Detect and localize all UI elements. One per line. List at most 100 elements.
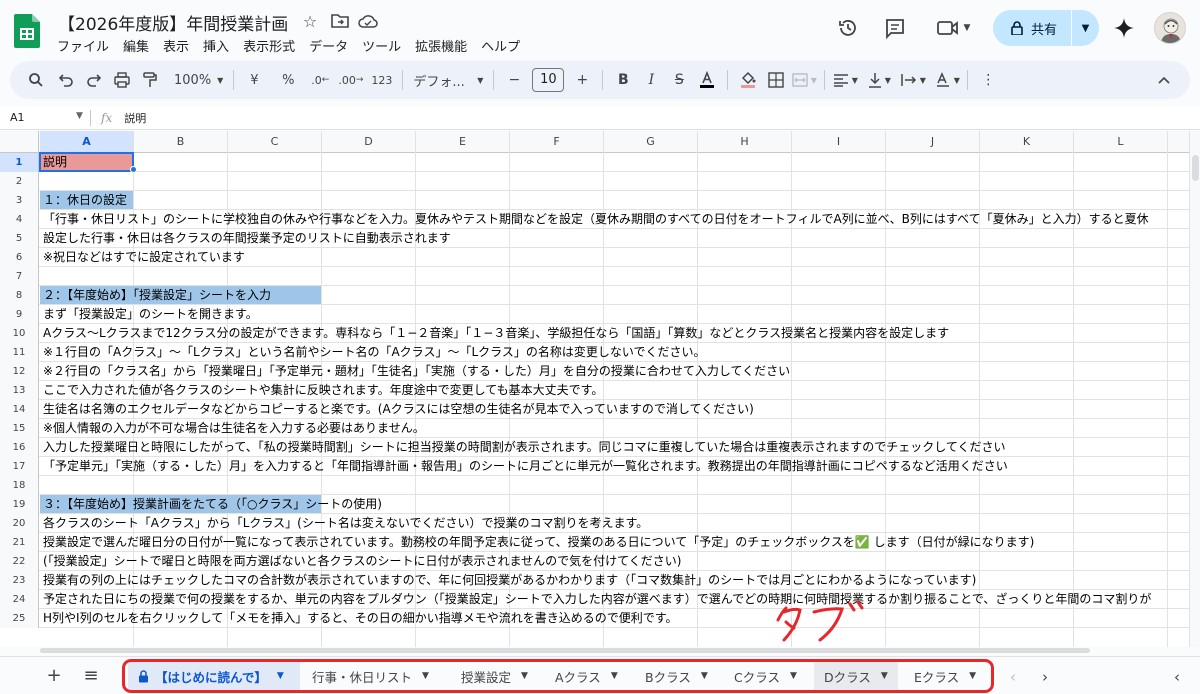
column-header-a[interactable]: A: [40, 131, 134, 153]
borders-icon[interactable]: [762, 66, 790, 94]
column-header-c[interactable]: C: [228, 131, 322, 153]
cell-a4[interactable]: 「行事・休日リスト」のシートに学校独自の休みや行事などを入力。夏休みやテスト期間…: [40, 210, 1149, 228]
version-history-icon[interactable]: [832, 12, 864, 44]
print-icon[interactable]: [108, 66, 136, 94]
cell-a3[interactable]: １：休日の設定: [40, 191, 133, 209]
row-header[interactable]: 9: [0, 305, 39, 324]
fill-color-icon[interactable]: [734, 66, 762, 94]
comments-icon[interactable]: [879, 12, 911, 44]
menu-help[interactable]: ヘルプ: [474, 36, 527, 55]
column-header-e[interactable]: E: [416, 131, 510, 153]
collapse-toolbar-icon[interactable]: [1150, 66, 1178, 94]
cell-a12[interactable]: ※２行目の「クラス名」から「授業曜日」「予定単元・題材」「生徒名」「実施（する・…: [40, 362, 790, 380]
row-header[interactable]: 1: [0, 153, 39, 172]
share-dropdown-icon[interactable]: ▼: [1072, 23, 1099, 34]
name-box[interactable]: A1 ▼: [0, 111, 90, 124]
redo-icon[interactable]: [80, 66, 108, 94]
column-header-i[interactable]: I: [792, 131, 886, 153]
number-format-button[interactable]: 123: [367, 66, 396, 94]
search-menus-icon[interactable]: [22, 66, 50, 94]
cell-a23[interactable]: 授業有の列の上にはチェックしたコマの合計数が表示されていますので、年に何回授業が…: [40, 571, 976, 589]
column-header-d[interactable]: D: [322, 131, 416, 153]
cell-a20[interactable]: 各クラスのシート「Aクラス」から「Lクラス」(シート名は変えないでください）で授…: [40, 514, 648, 532]
row-header[interactable]: 4: [0, 210, 39, 229]
select-all-corner[interactable]: [0, 131, 39, 153]
row-header[interactable]: 21: [0, 533, 39, 552]
menu-view[interactable]: 表示: [156, 36, 196, 55]
row-header[interactable]: 11: [0, 343, 39, 362]
decrease-font-size-icon[interactable]: −: [500, 66, 528, 94]
menu-insert[interactable]: 挿入: [196, 36, 236, 55]
more-options-icon[interactable]: ⋮: [974, 66, 1002, 94]
text-color-icon[interactable]: [693, 66, 721, 94]
spreadsheet-grid[interactable]: A B C D E F G H I J K L 1 説明 2 3 １：休日の設定…: [0, 131, 1189, 647]
row-header[interactable]: 5: [0, 229, 39, 248]
menu-file[interactable]: ファイル: [50, 36, 116, 55]
vertical-align-icon[interactable]: ▼: [865, 66, 893, 94]
cell-a8[interactable]: ２：【年度始め】「授業設定」シートを入力: [40, 286, 321, 304]
menu-format[interactable]: 表示形式: [236, 36, 302, 55]
row-header[interactable]: 19: [0, 495, 39, 514]
row-header[interactable]: 13: [0, 381, 39, 400]
menu-data[interactable]: データ: [302, 36, 355, 55]
cell-a19[interactable]: ３：【年度始め】授業計画をたてる（「○クラス」シートの使用): [40, 495, 382, 513]
column-header-f[interactable]: F: [510, 131, 604, 153]
zoom-select[interactable]: 100% ▼: [170, 66, 227, 94]
cell-a21[interactable]: 授業設定で選んだ曜日分の日付が一覧になって表示されています。勤務校の年間予定表に…: [40, 533, 1034, 551]
undo-icon[interactable]: [52, 66, 80, 94]
row-header[interactable]: 7: [0, 267, 39, 286]
column-header-j[interactable]: J: [886, 131, 980, 153]
cell-a2[interactable]: [40, 172, 43, 190]
currency-format-button[interactable]: ¥: [240, 66, 268, 94]
column-header-h[interactable]: H: [698, 131, 792, 153]
menu-tools[interactable]: ツール: [355, 36, 408, 55]
menu-extensions[interactable]: 拡張機能: [408, 36, 474, 55]
cell-a24[interactable]: 予定された日にちの授業で何の授業をするか、単元の内容をプルダウン（「授業設定」シ…: [40, 590, 1151, 608]
cell-a5[interactable]: 設定した行事・休日は各クラスの年間授業予定のリストに自動表示されます: [40, 229, 451, 247]
share-button[interactable]: 共有 ▼: [993, 10, 1099, 46]
cell-a9[interactable]: まず「授業設定」のシートを開きます。: [40, 305, 258, 323]
sheets-logo-icon[interactable]: [14, 14, 40, 48]
cell-a15[interactable]: ※個人情報の入力が不可な場合は生徒名を入力する必要はありません。: [40, 419, 425, 437]
row-header[interactable]: 20: [0, 514, 39, 533]
row-header[interactable]: 6: [0, 248, 39, 267]
scroll-tabs-left-icon[interactable]: ‹: [1002, 666, 1024, 688]
strikethrough-icon[interactable]: S: [665, 66, 693, 94]
cell-a11[interactable]: ※１行目の「Aクラス」〜「Lクラス」という名前やシート名の「Aクラス」〜「Lクラ…: [40, 343, 706, 361]
merge-cells-icon[interactable]: ▼: [790, 66, 818, 94]
cell-a10[interactable]: Aクラス〜Lクラスまで12クラス分の設定ができます。専科なら「１−２音楽」「１−…: [40, 324, 949, 342]
row-header[interactable]: 15: [0, 419, 39, 438]
horizontal-scrollbar[interactable]: [40, 648, 1189, 654]
document-title[interactable]: 【2026年度版】年間授業計画: [58, 10, 288, 35]
row-header[interactable]: 25: [0, 609, 39, 628]
bold-icon[interactable]: B: [609, 66, 637, 94]
font-size-input[interactable]: 10: [532, 68, 565, 92]
row-header[interactable]: 14: [0, 400, 39, 419]
add-sheet-icon[interactable]: +: [43, 666, 65, 688]
row-header[interactable]: 18: [0, 476, 39, 495]
move-folder-icon[interactable]: [330, 11, 350, 31]
cell-a14[interactable]: 生徒名は名簿のエクセルデータなどからコピーすると楽です。(Aクラスには空想の生徒…: [40, 400, 754, 418]
cell-a25[interactable]: H列やI列のセルを右クリックして「メモを挿入」すると、その日の細かい指導メモや流…: [40, 609, 678, 627]
cell-a18[interactable]: [40, 476, 43, 494]
explore-collapse-icon[interactable]: ‹: [1166, 666, 1188, 688]
cell-a16[interactable]: 入力した授業曜日と時限にしたがって、「私の授業時間割」シートに担当授業の時間割が…: [40, 438, 1006, 456]
italic-icon[interactable]: I: [637, 66, 665, 94]
row-header[interactable]: 3: [0, 191, 39, 210]
column-header-b[interactable]: B: [134, 131, 228, 153]
cell-a7[interactable]: [40, 267, 43, 285]
row-header[interactable]: 23: [0, 571, 39, 590]
horizontal-align-icon[interactable]: ▼: [831, 66, 859, 94]
row-header[interactable]: 2: [0, 172, 39, 191]
row-header[interactable]: 17: [0, 457, 39, 476]
cell-a13[interactable]: ここで入力された値が各クラスのシートや集計に反映されます。年度途中で変更しても基…: [40, 381, 603, 399]
scrollbar-thumb[interactable]: [1192, 155, 1199, 181]
share-main[interactable]: 共有: [993, 19, 1071, 38]
all-sheets-icon[interactable]: ≡: [80, 666, 102, 688]
cell-a1[interactable]: 説明: [39, 152, 134, 172]
row-header[interactable]: 22: [0, 552, 39, 571]
font-family-select[interactable]: デフォ... ▼: [409, 66, 487, 94]
menu-edit[interactable]: 編集: [116, 36, 156, 55]
cloud-status-icon[interactable]: [358, 11, 378, 31]
row-header[interactable]: 12: [0, 362, 39, 381]
